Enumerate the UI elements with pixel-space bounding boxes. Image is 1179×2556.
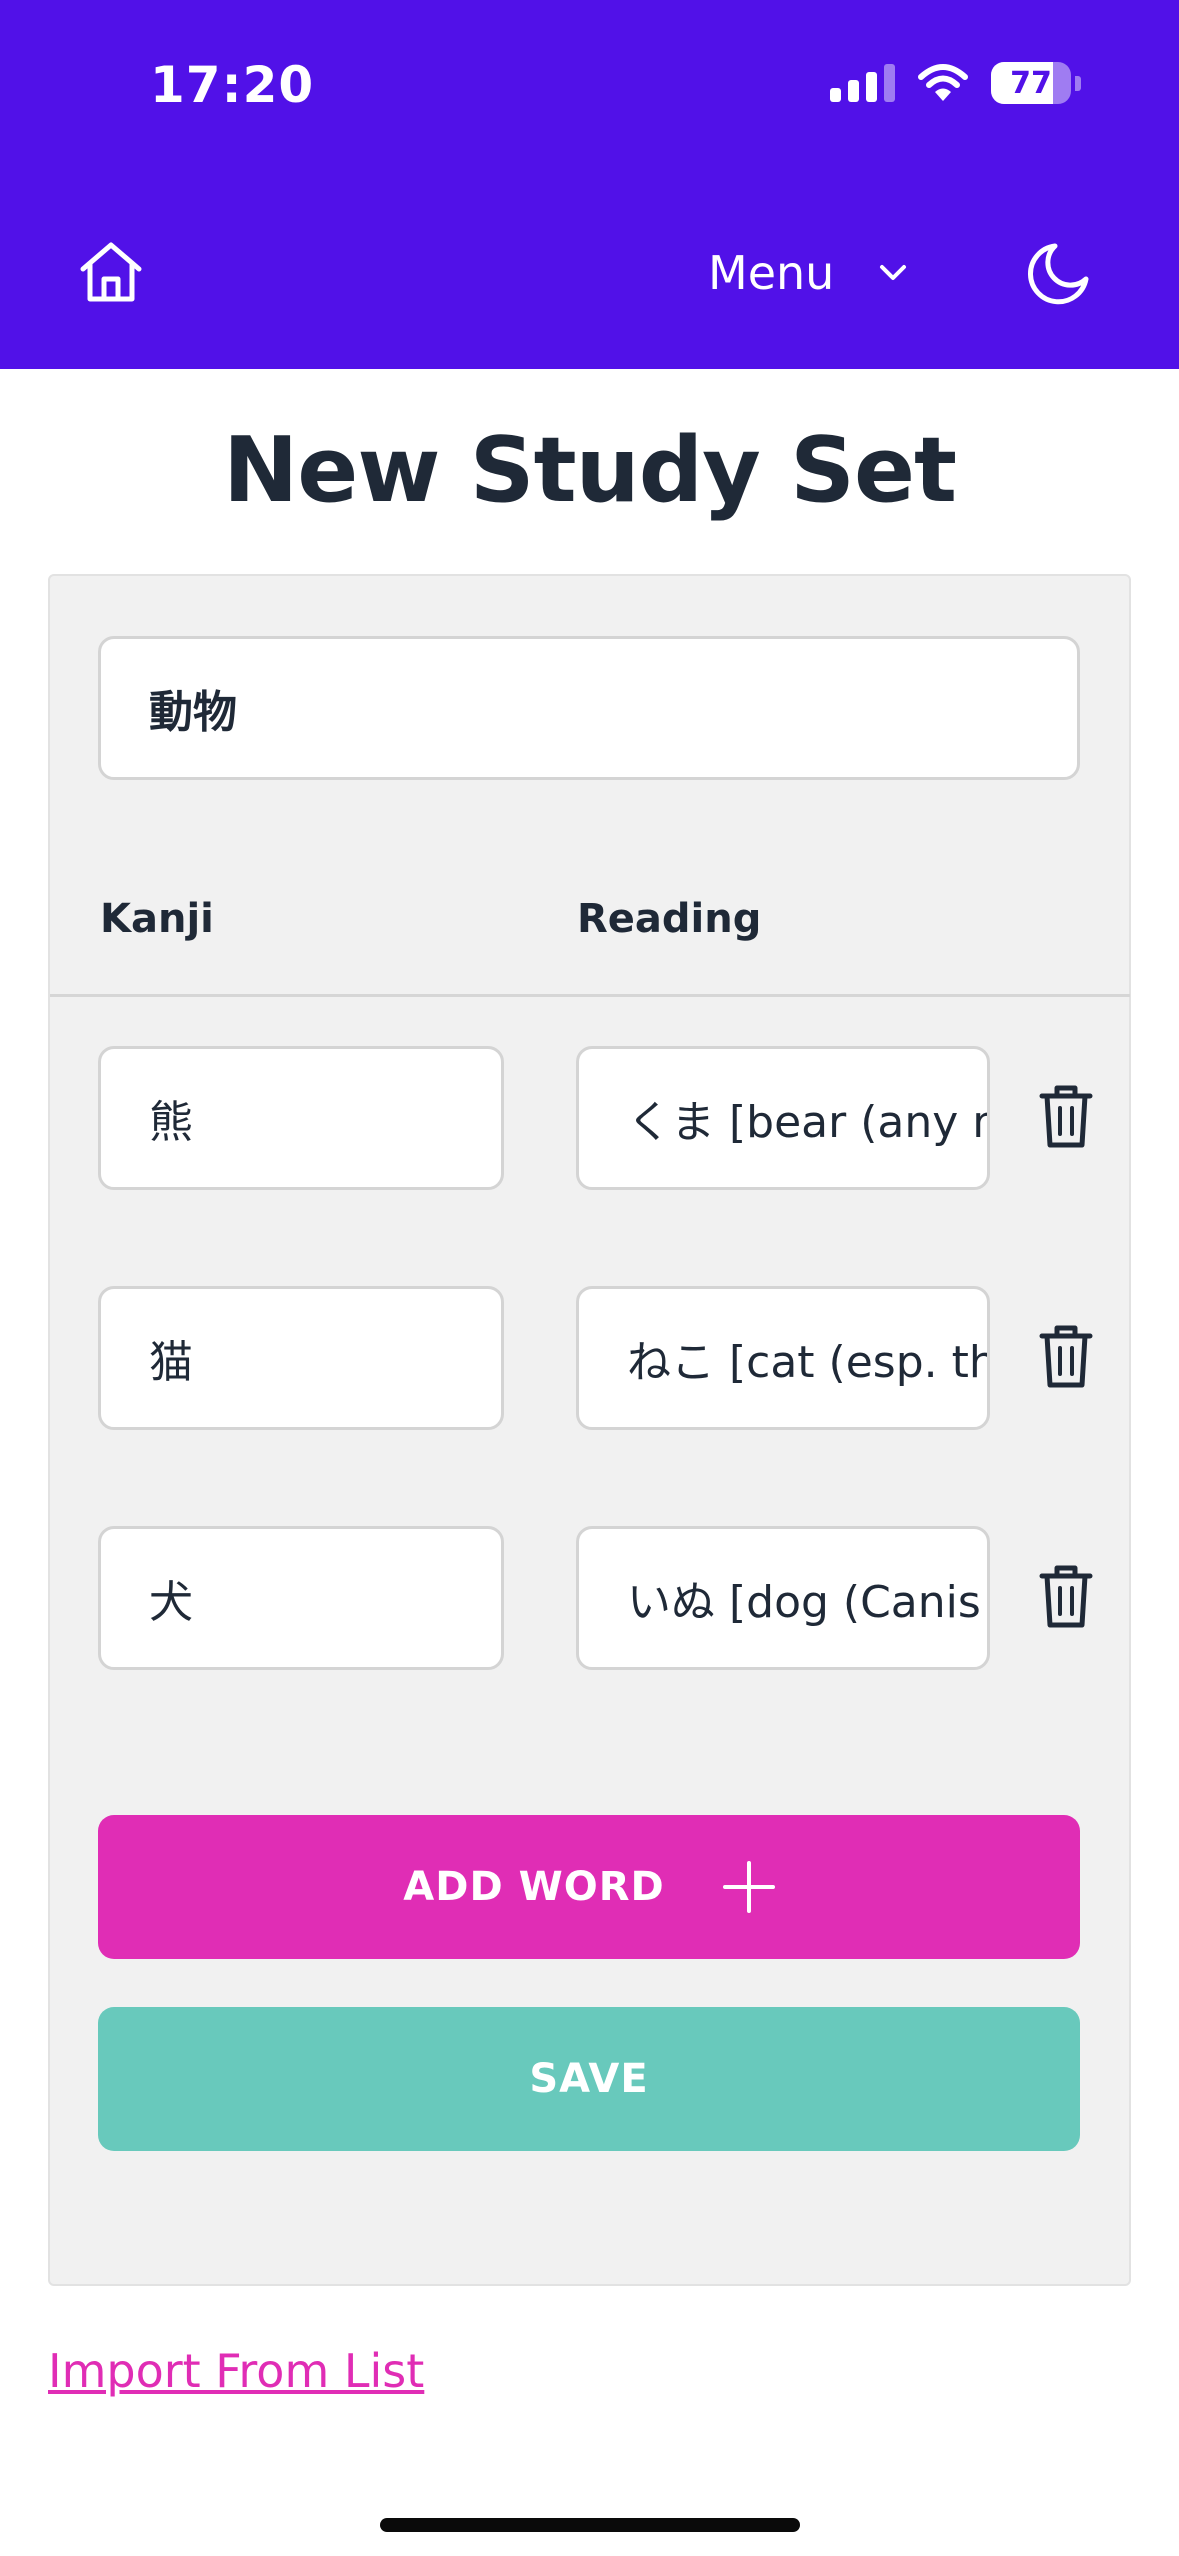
plus-icon bbox=[722, 1861, 775, 1913]
trash-icon bbox=[1039, 1565, 1093, 1628]
reading-column-header: Reading bbox=[577, 896, 762, 942]
menu-dropdown[interactable]: Menu bbox=[708, 240, 908, 306]
reading-input[interactable]: いぬ [dog (Canis familiaris)] bbox=[576, 1526, 990, 1670]
battery-tip bbox=[1075, 75, 1081, 91]
trash-icon bbox=[1039, 1325, 1093, 1388]
home-icon bbox=[80, 242, 142, 302]
delete-word-button[interactable] bbox=[1030, 1076, 1102, 1156]
page-title: New Study Set bbox=[222, 418, 957, 523]
reading-input[interactable]: くま [bear (any mammal of family Ursidae)] bbox=[576, 1046, 990, 1190]
set-name-input[interactable]: 動物 bbox=[98, 636, 1080, 780]
kanji-input[interactable]: 熊 bbox=[98, 1046, 504, 1190]
cellular-signal-icon bbox=[830, 64, 895, 102]
save-label: SAVE bbox=[529, 2056, 649, 2102]
chevron-down-icon bbox=[880, 265, 907, 280]
trash-icon bbox=[1039, 1085, 1093, 1148]
delete-word-button[interactable] bbox=[1030, 1556, 1102, 1636]
add-word-label: ADD WORD bbox=[403, 1864, 665, 1910]
battery-icon: 77 bbox=[991, 62, 1071, 104]
kanji-input[interactable]: 犬 bbox=[98, 1526, 504, 1670]
moon-icon bbox=[1028, 243, 1089, 305]
save-button[interactable]: SAVE bbox=[98, 2007, 1080, 2151]
home-button[interactable] bbox=[72, 236, 150, 308]
kanji-column-header: Kanji bbox=[100, 896, 214, 942]
app-header: 17:20 77 Menu bbox=[0, 0, 1179, 369]
battery-level: 77 bbox=[1010, 65, 1052, 101]
wifi-icon bbox=[918, 64, 968, 101]
status-icons: 77 bbox=[830, 62, 1081, 104]
kanji-input[interactable]: 猫 bbox=[98, 1286, 504, 1430]
home-indicator[interactable] bbox=[380, 2518, 800, 2532]
delete-word-button[interactable] bbox=[1030, 1316, 1102, 1396]
add-word-button[interactable]: ADD WORD bbox=[98, 1815, 1080, 1959]
theme-toggle-button[interactable] bbox=[1020, 236, 1096, 312]
status-time: 17:20 bbox=[150, 56, 315, 114]
reading-input[interactable]: ねこ [cat (esp. the domestic cat)] bbox=[576, 1286, 990, 1430]
import-from-list-link[interactable]: Import From List bbox=[48, 2344, 424, 2398]
menu-label: Menu bbox=[708, 246, 835, 300]
header-divider bbox=[50, 994, 1130, 997]
